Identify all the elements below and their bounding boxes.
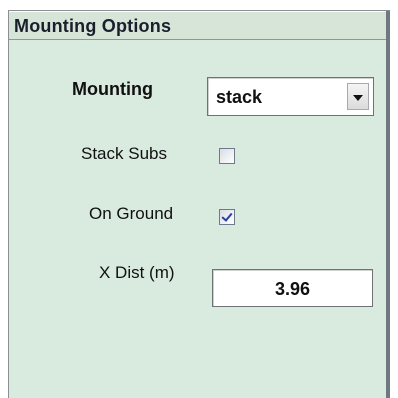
panel-title-bar: Mounting Options — [9, 11, 389, 40]
on-ground-label: On Ground — [89, 204, 174, 223]
mounting-dropdown[interactable]: stack — [207, 77, 374, 116]
x-dist-value: 3.96 — [274, 279, 311, 299]
stack-subs-label: Stack Subs — [81, 144, 167, 163]
x-dist-label: X Dist (m) — [99, 263, 175, 282]
chevron-down-icon[interactable] — [347, 83, 369, 110]
x-dist-input[interactable]: 3.96 — [212, 269, 373, 307]
mounting-selected-value: stack — [216, 87, 263, 107]
mounting-label: Mounting — [72, 79, 153, 99]
mounting-options-panel: Mounting Options Mounting stack Stack Su… — [8, 10, 390, 398]
stack-subs-checkbox[interactable] — [219, 148, 235, 164]
on-ground-checkbox[interactable] — [219, 209, 235, 225]
panel-title: Mounting Options — [14, 16, 172, 36]
